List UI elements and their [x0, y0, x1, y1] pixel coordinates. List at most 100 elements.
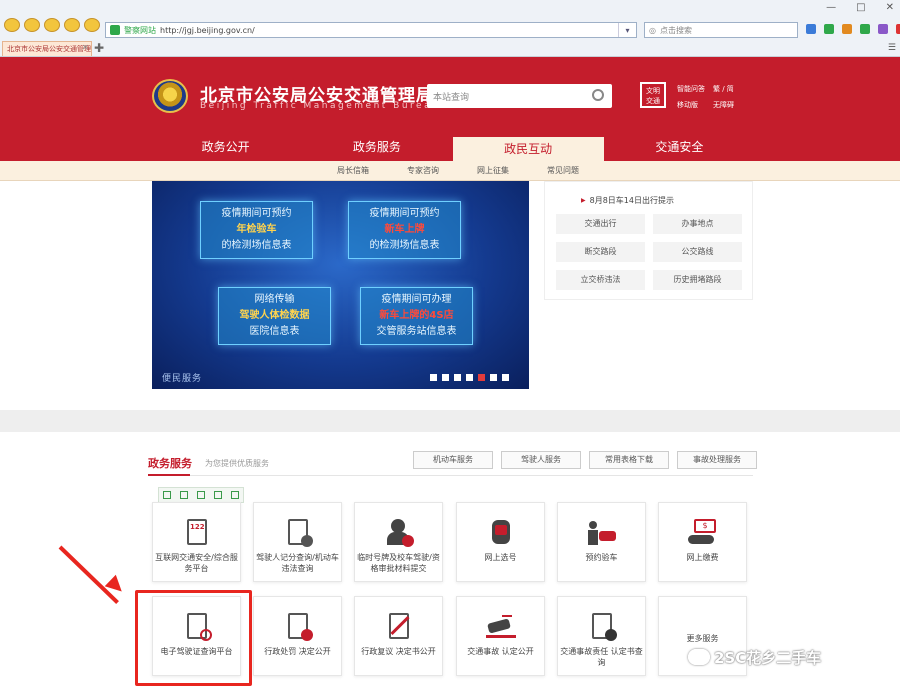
quick-link-button[interactable]: 断交路段 [556, 242, 645, 262]
favorite-icon[interactable] [24, 18, 40, 32]
subnav-item-mailbox[interactable]: 局长信箱 [318, 161, 388, 181]
services-tabs: 机动车服务 驾驶人服务 常用表格下载 事故处理服务 [413, 451, 757, 469]
banner-card[interactable]: 疫情期间可预约 新车上牌 的检测场信息表 [348, 201, 461, 259]
main-nav: 政务公开 政务服务 政民互动 交通安全 [150, 135, 755, 161]
civilized-traffic-logo[interactable]: 文明 交通 [640, 82, 666, 108]
header-link-qa[interactable]: 智能问答 [677, 84, 709, 94]
carousel-dot[interactable] [466, 374, 473, 381]
extension-icon[interactable] [878, 24, 888, 34]
extension-icon[interactable] [896, 24, 900, 34]
favorites-bar [4, 18, 100, 32]
pen-document-icon [384, 611, 414, 641]
nav-item-gov-services[interactable]: 政务服务 [301, 135, 452, 161]
favorite-icon[interactable] [64, 18, 80, 32]
service-tile-label: 网上缴费 [686, 553, 719, 562]
travel-notice[interactable]: 8月8日车14日出行提示 [581, 195, 674, 206]
service-tile[interactable]: 临时号牌及校车驾驶/资格审批材料提交 [354, 502, 443, 582]
service-tile[interactable]: 网上选号 [456, 502, 545, 582]
divider [148, 475, 753, 476]
extension-icon[interactable] [842, 24, 852, 34]
close-icon[interactable]: ✕ [82, 43, 89, 52]
header-link-lang[interactable]: 繁 / 简 [713, 84, 745, 94]
url-text[interactable]: http://jgj.beijing.gov.cn/ [160, 26, 255, 35]
favorite-icon[interactable] [84, 18, 100, 32]
carousel-dot[interactable] [442, 374, 449, 381]
search-icon[interactable] [592, 89, 604, 101]
quick-link-button[interactable]: 立交桥违法 [556, 270, 645, 290]
police-emblem-logo[interactable] [152, 79, 188, 113]
window-controls[interactable]: — □ ✕ [826, 2, 894, 13]
service-tile[interactable]: 行政复议 决定书公开 [354, 596, 443, 676]
banner-card[interactable]: 网络传输 驾驶人体检数据 医院信息表 [218, 287, 331, 345]
browser-tab[interactable]: 北京市公安局公安交通管理局 [2, 41, 92, 56]
tab-forms-download[interactable]: 常用表格下载 [589, 451, 669, 469]
banner-card-highlight: 新车上牌的4S店 [379, 310, 454, 321]
browser-search-input[interactable]: ◎ 点击搜索 [644, 22, 798, 38]
quick-link-button[interactable]: 公交路线 [653, 242, 742, 262]
service-tile[interactable]: 交通事故 认定公开 [456, 596, 545, 676]
nav-item-interaction[interactable]: 政民互动 [452, 135, 604, 161]
service-tile[interactable]: 122 互联网交通安全/综合服务平台 [152, 502, 241, 582]
subnav-item-faq[interactable]: 常见问题 [528, 161, 598, 181]
expand-icon[interactable] [180, 491, 189, 499]
tab-vehicle-services[interactable]: 机动车服务 [413, 451, 493, 469]
address-bar[interactable]: 警察网站 http://jgj.beijing.gov.cn/ ▾ [105, 22, 637, 38]
banner-carousel[interactable]: 疫情期间可预约 年检验车 的检测场信息表 疫情期间可预约 新车上牌 的检测场信息… [152, 181, 529, 389]
subnav-item-collection[interactable]: 网上征集 [458, 161, 528, 181]
new-tab-icon[interactable]: ✚ [94, 41, 104, 55]
shield-icon[interactable] [824, 24, 834, 34]
service-tile[interactable]: $ 网上缴费 [658, 502, 747, 582]
service-tile[interactable]: 行政处罚 决定公开 [253, 596, 342, 676]
quick-link-button[interactable]: 历史拥堵路段 [653, 270, 742, 290]
share-icon[interactable] [213, 491, 222, 499]
carousel-dot[interactable] [454, 374, 461, 381]
quick-link-button[interactable]: 办事地点 [653, 214, 742, 234]
service-tile[interactable]: 驾驶人记分查询/机动车违法查询 [253, 502, 342, 582]
favorite-icon[interactable] [44, 18, 60, 32]
carousel-dot[interactable] [430, 374, 437, 381]
service-tile-label: 网上选号 [484, 553, 517, 562]
service-tile-label: 行政处罚 决定公开 [264, 647, 331, 656]
menu-icon[interactable]: ☰ [888, 43, 896, 53]
nav-item-traffic-safety[interactable]: 交通安全 [604, 135, 755, 161]
banner-caption: 便民服务 [162, 374, 203, 384]
header-link-mobile[interactable]: 移动版 [677, 100, 709, 110]
subnav-item-expert[interactable]: 专家咨询 [388, 161, 458, 181]
extension-icon[interactable] [860, 24, 870, 34]
banner-card-line: 疫情期间可预约 [369, 208, 440, 219]
dropdown-icon[interactable]: ▾ [618, 23, 636, 37]
site-title-en: Beijing Traffic Management Bureau [200, 101, 441, 111]
header-link-accessibility[interactable]: 无障碍 [713, 100, 745, 110]
banner-card-line: 交管服务站信息表 [376, 326, 457, 337]
nav-item-public-affairs[interactable]: 政务公开 [150, 135, 301, 161]
banner-card-highlight: 年检验车 [236, 224, 277, 235]
122-document-icon: 122 [182, 517, 212, 547]
tab-driver-services[interactable]: 驾驶人服务 [501, 451, 581, 469]
travel-info-panel: 8月8日车14日出行提示 交通出行 办事地点 断交路段 公交路线 立交桥违法 历… [544, 181, 753, 300]
extension-icon[interactable] [806, 24, 816, 34]
watermark: 2SC花乡二手车 [688, 647, 821, 668]
tab-accident-services[interactable]: 事故处理服务 [677, 451, 757, 469]
quick-link-button[interactable]: 交通出行 [556, 214, 645, 234]
site-search-input[interactable]: 本站查询 [427, 84, 612, 108]
carousel-dot[interactable] [490, 374, 497, 381]
settings-icon[interactable] [230, 491, 239, 499]
favorite-icon[interactable] [4, 18, 20, 32]
tab-title: 北京市公安局公安交通管理局 [7, 45, 92, 53]
carousel-dot[interactable] [502, 374, 509, 381]
copy-icon[interactable] [163, 491, 172, 499]
service-tile[interactable]: 预约验车 [557, 502, 646, 582]
services-title: 政务服务 [148, 457, 192, 470]
save-icon[interactable] [196, 491, 205, 499]
site-label: 警察网站 [124, 25, 156, 35]
tab-bar: 北京市公安局公安交通管理局 ✕ ✚ ☰ [0, 40, 900, 57]
banner-card[interactable]: 疫情期间可预约 年检验车 的检测场信息表 [200, 201, 313, 259]
service-tile[interactable]: 交通事故责任 认定书查询 [557, 596, 646, 676]
hand-money-icon: $ [688, 517, 718, 547]
section-divider [0, 410, 900, 432]
carousel-dot[interactable] [478, 374, 485, 381]
watermark-text: 2SC花乡二手车 [714, 649, 822, 667]
banner-card[interactable]: 疫情期间可办理 新车上牌的4S店 交管服务站信息表 [360, 287, 473, 345]
carousel-dots [430, 374, 509, 381]
title-accent [148, 474, 190, 476]
